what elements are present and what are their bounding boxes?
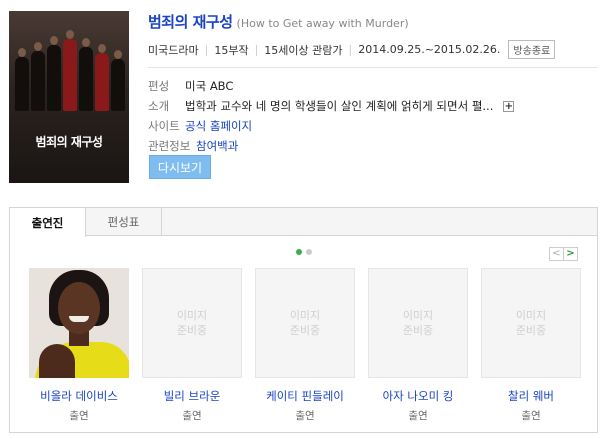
tab-cast[interactable]: 출연진 <box>10 208 86 237</box>
cast-photo-placeholder[interactable]: 이미지 준비중 <box>142 268 242 378</box>
cast-name[interactable]: 아자 나오미 킹 <box>368 388 468 404</box>
cast-name[interactable]: 찰리 웨버 <box>481 388 581 404</box>
channel-value: 미국 ABC <box>185 79 234 93</box>
cast-list: 비올라 데이비스 출연 이미지 준비중 빌리 브라운 출연 이미지 준비중 케이… <box>29 268 581 423</box>
show-original-title: (How to Get away with Murder) <box>236 17 409 30</box>
tab-schedule[interactable]: 편성표 <box>86 208 162 235</box>
cast-name[interactable]: 케이티 핀들레이 <box>255 388 355 404</box>
rewatch-button[interactable]: 다시보기 <box>149 155 211 179</box>
show-poster[interactable]: 범죄의 재구성 <box>9 11 129 183</box>
meta-divider: | <box>254 43 259 56</box>
page-dot-2[interactable] <box>306 249 312 255</box>
expand-plus-icon[interactable]: + <box>503 100 515 112</box>
cast-item[interactable]: 이미지 준비중 찰리 웨버 출연 <box>481 268 581 423</box>
synopsis-row: 소개 법학과 교수와 네 명의 학생들이 살인 계획에 얽히게 되면서 펼...… <box>148 96 598 116</box>
channel-label: 편성 <box>148 79 170 93</box>
cast-photo[interactable] <box>29 268 129 378</box>
divider <box>148 67 598 68</box>
episodes: 15부작 <box>214 43 249 57</box>
meta-divider: | <box>348 43 353 56</box>
cast-role: 출연 <box>295 410 315 422</box>
cast-item[interactable]: 비올라 데이비스 출연 <box>29 268 129 423</box>
panel-tabs: 출연진 편성표 <box>10 208 597 237</box>
genre: 미국드라마 <box>148 43 199 57</box>
cast-name[interactable]: 빌리 브라운 <box>142 388 242 404</box>
prev-arrow-icon[interactable]: < <box>549 247 564 261</box>
carousel-nav: < > <box>549 247 578 261</box>
meta-divider: | <box>204 43 209 56</box>
cast-role: 출연 <box>182 410 202 422</box>
cast-photo-placeholder[interactable]: 이미지 준비중 <box>368 268 468 378</box>
channel-row: 편성 미국 ABC <box>148 76 598 96</box>
cast-role: 출연 <box>408 410 428 422</box>
cast-panel: 출연진 편성표 < > 비올라 데이비스 출연 이미지 준비중 빌리 브라운 출… <box>9 207 598 433</box>
show-title[interactable]: 범죄의 재구성 <box>148 11 233 32</box>
cast-role: 출연 <box>69 410 89 422</box>
cast-photo-placeholder[interactable]: 이미지 준비중 <box>255 268 355 378</box>
air-period: 2014.09.25.~2015.02.26. <box>358 43 501 56</box>
cast-item[interactable]: 이미지 준비중 아자 나오미 킹 출연 <box>368 268 468 423</box>
cast-item[interactable]: 이미지 준비중 빌리 브라운 출연 <box>142 268 242 423</box>
site-label: 사이트 <box>148 119 180 133</box>
related-label: 관련정보 <box>148 139 191 153</box>
synopsis-text: 법학과 교수와 네 명의 학생들이 살인 계획에 얽히게 되면서 펼... <box>185 99 494 113</box>
next-arrow-icon[interactable]: > <box>563 247 578 261</box>
status-badge: 방송종료 <box>508 40 556 59</box>
cast-item[interactable]: 이미지 준비중 케이티 핀들레이 출연 <box>255 268 355 423</box>
poster-cast-image <box>9 30 129 111</box>
page-dot-1[interactable] <box>296 249 302 255</box>
show-meta: 미국드라마 | 15부작 | 15세이상 관람가 | 2014.09.25.~2… <box>148 40 598 59</box>
age-rating: 15세이상 관람가 <box>264 43 343 57</box>
show-info: 범죄의 재구성 (How to Get away with Murder) 미국… <box>148 11 598 156</box>
cast-role: 출연 <box>521 410 541 422</box>
cast-name[interactable]: 비올라 데이비스 <box>29 388 129 404</box>
related-row: 관련정보 참여백과 <box>148 136 598 156</box>
page-indicator <box>296 249 312 255</box>
poster-title: 범죄의 재구성 <box>35 135 103 149</box>
site-row: 사이트 공식 홈페이지 <box>148 116 598 136</box>
official-site-link[interactable]: 공식 홈페이지 <box>185 118 252 134</box>
synopsis-label: 소개 <box>148 99 170 113</box>
cast-photo-placeholder[interactable]: 이미지 준비중 <box>481 268 581 378</box>
encyclopedia-link[interactable]: 참여백과 <box>196 138 238 154</box>
